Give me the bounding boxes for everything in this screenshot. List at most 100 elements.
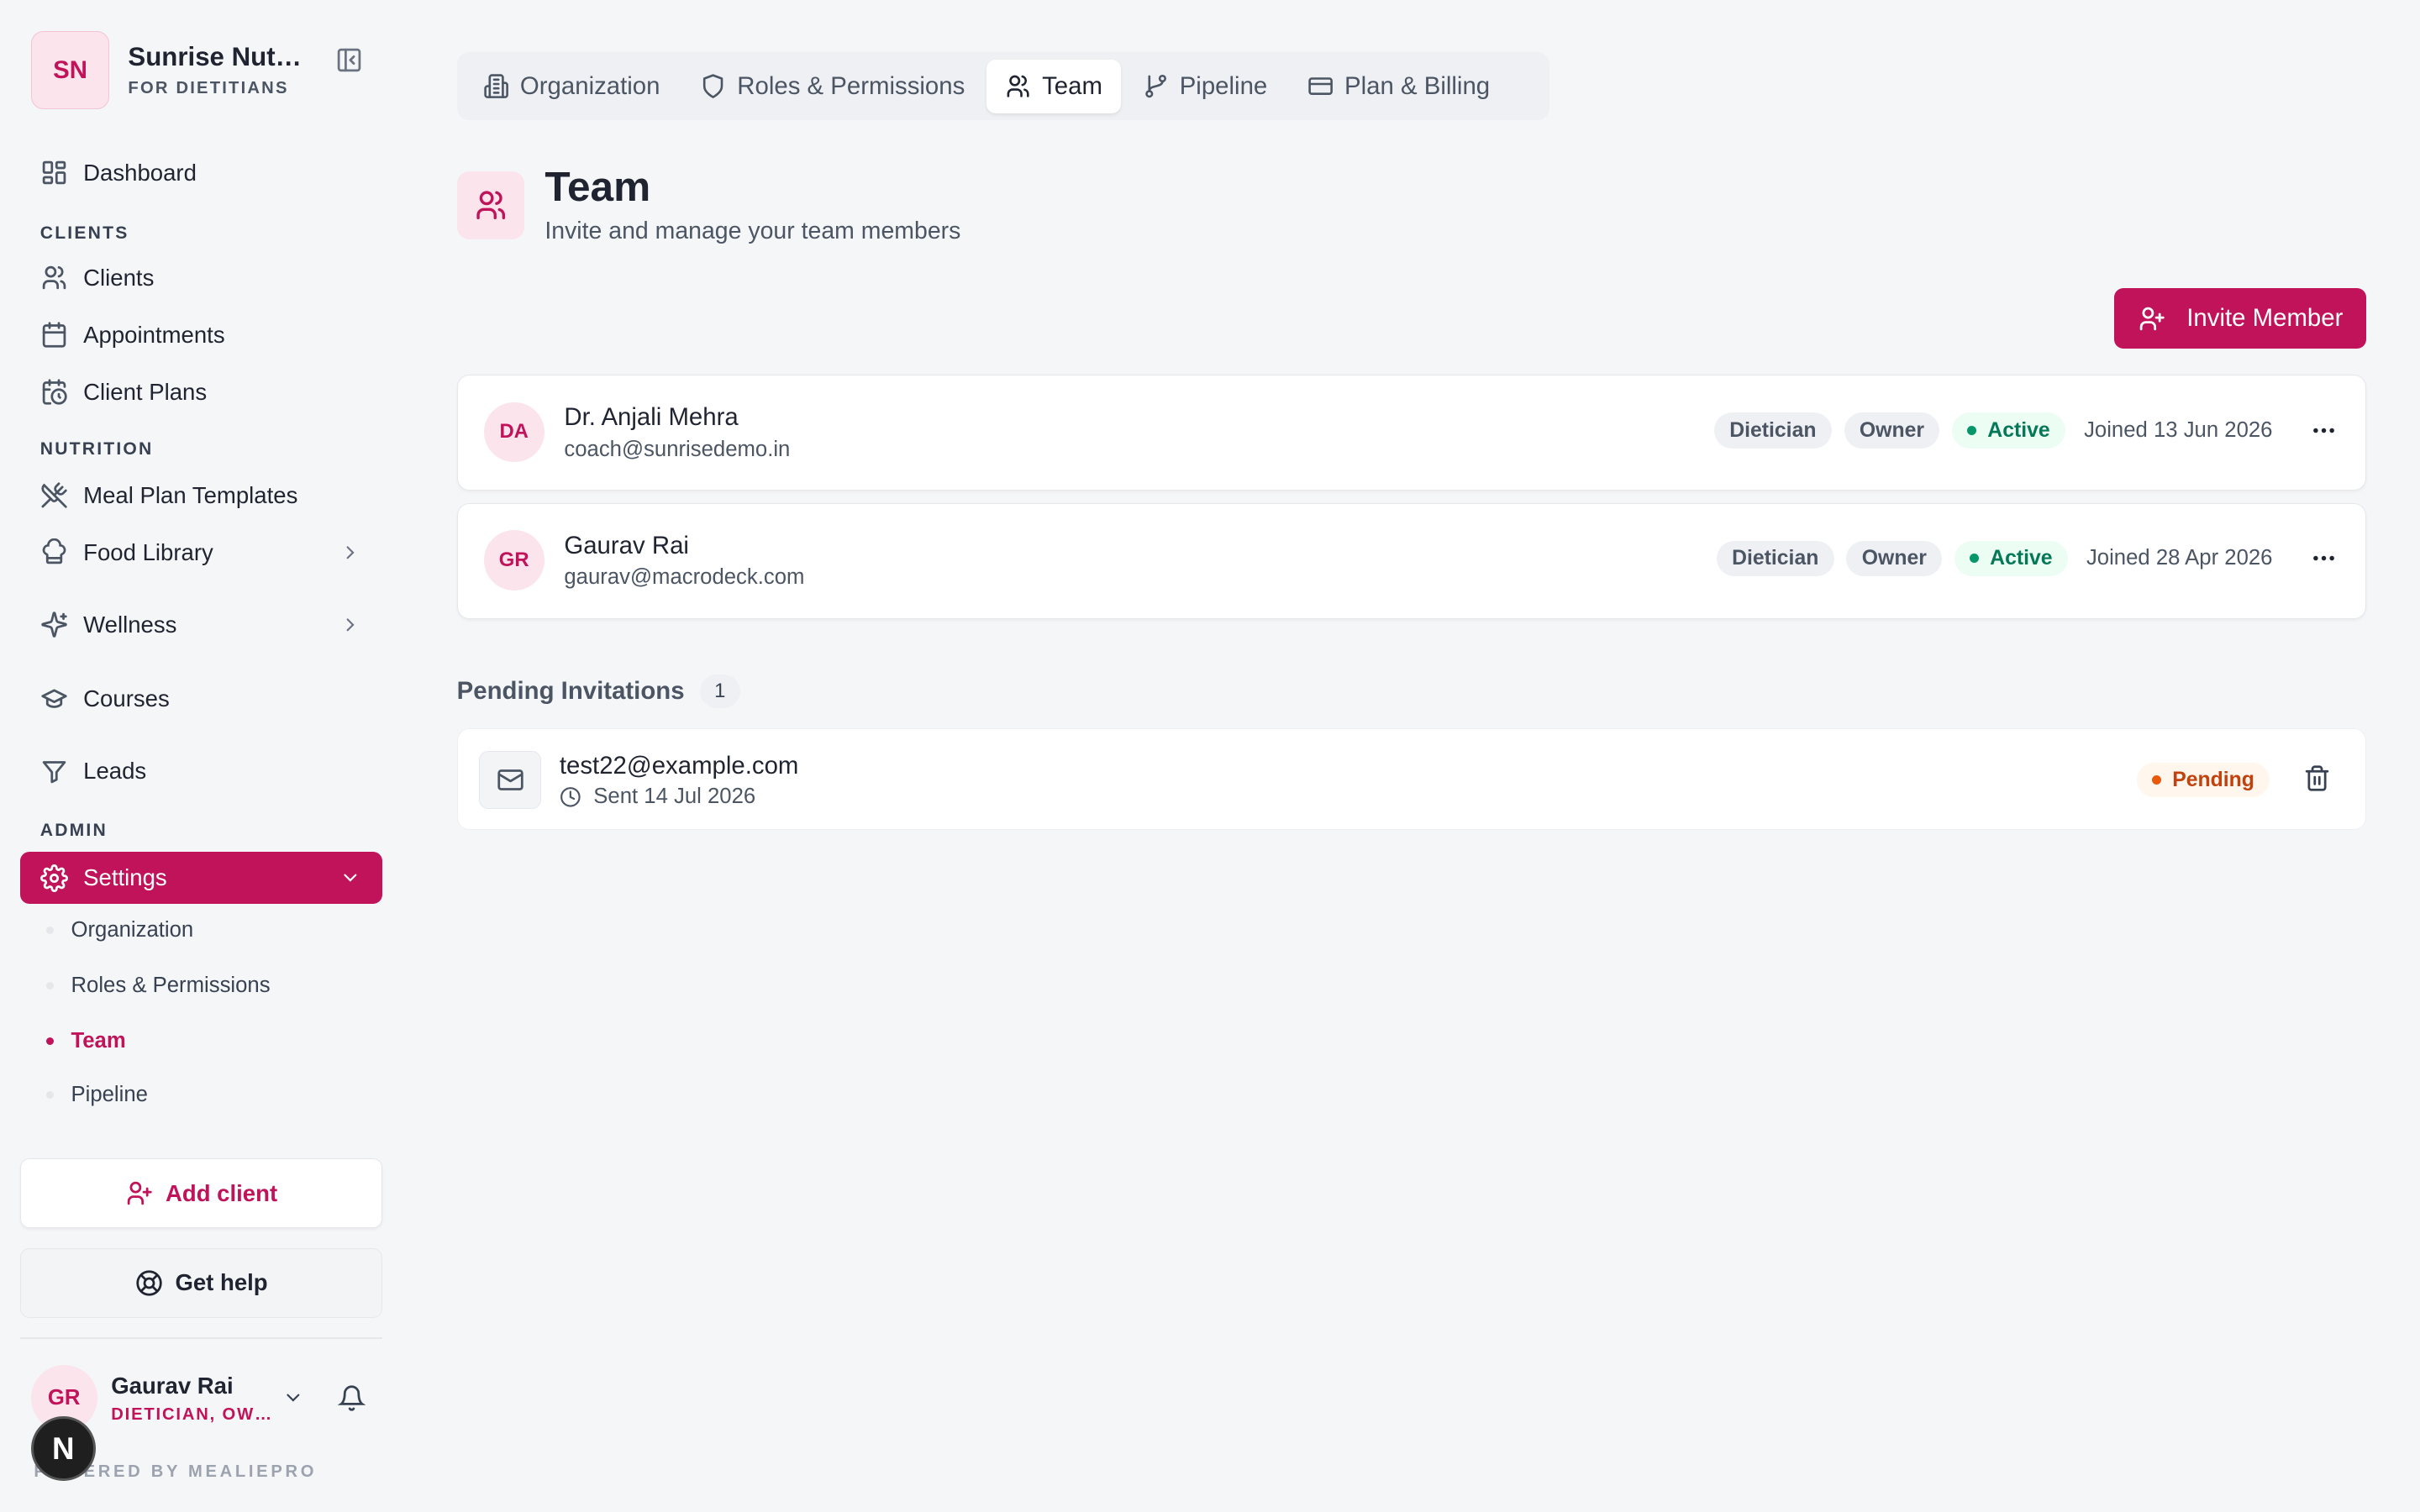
sidebar-item-leads[interactable]: Leads — [20, 745, 383, 797]
sidebar-item-label: Wellness — [83, 611, 177, 638]
sidebar-item-client-plans[interactable]: Client Plans — [20, 365, 383, 417]
settings-tabs: Organization Roles & Permissions Team Pi… — [456, 52, 1550, 121]
settings-sub-roles[interactable]: Roles & Permissions — [46, 974, 271, 998]
life-buoy-icon — [135, 1269, 163, 1297]
section-admin: ADMIN — [39, 821, 108, 841]
sidebar-divider — [19, 1337, 383, 1340]
tab-pipeline[interactable]: Pipeline — [1124, 60, 1286, 113]
status-dot — [2152, 775, 2162, 785]
calendar-clock-icon — [40, 378, 68, 406]
tab-plan-billing[interactable]: Plan & Billing — [1289, 60, 1508, 113]
sidebar-item-label: Dashboard — [83, 159, 197, 186]
invite-member-label: Invite Member — [2186, 304, 2344, 333]
sidebar-item-food-library[interactable]: Food Library — [20, 526, 383, 578]
pending-count-badge: 1 — [699, 674, 740, 709]
page-title: Team — [544, 162, 651, 210]
gear-icon — [39, 864, 68, 892]
avatar: GR — [483, 529, 544, 591]
mail-icon — [479, 750, 541, 810]
users-icon — [1005, 73, 1031, 99]
access-badge: Owner — [1846, 540, 1943, 577]
role-badge: Dietician — [1713, 412, 1832, 449]
member-row: DA Dr. Anjali Mehra coach@sunrisedemo.in… — [456, 375, 2366, 491]
bullet-dot — [46, 981, 55, 990]
bell-icon[interactable] — [337, 1384, 366, 1412]
sidebar-item-label: Client Plans — [83, 378, 208, 405]
user-role: DIETICIAN, OWNER — [111, 1405, 271, 1425]
pending-title: Pending Invitations — [456, 676, 685, 705]
sidebar-item-wellness[interactable]: Wellness — [20, 599, 383, 651]
nextjs-devtools-button[interactable]: N — [30, 1416, 96, 1482]
chevron-down-icon[interactable] — [282, 1387, 304, 1409]
org-subtitle: FOR DIETITIANS — [128, 78, 289, 97]
team-icon — [456, 171, 525, 239]
status-badge: Active — [1954, 540, 2068, 577]
sidebar-item-appointments[interactable]: Appointments — [20, 308, 383, 360]
tab-label: Roles & Permissions — [737, 71, 965, 100]
credit-card-icon — [1307, 73, 1334, 99]
sub-label: Team — [71, 1029, 126, 1053]
sidebar-item-meal-plan-templates[interactable]: Meal Plan Templates — [20, 469, 383, 521]
more-options-icon[interactable] — [2310, 544, 2338, 572]
add-client-label: Add client — [165, 1179, 278, 1206]
status-badge: Active — [1952, 412, 2066, 449]
sidebar-item-label: Settings — [83, 864, 167, 891]
settings-sub-organization[interactable]: Organization — [46, 918, 193, 942]
get-help-label: Get help — [175, 1269, 268, 1296]
member-name: Gaurav Rai — [564, 531, 689, 559]
tab-organization[interactable]: Organization — [465, 60, 679, 113]
invitation-row: test22@example.com Sent 14 Jul 2026 Pend… — [456, 727, 2366, 831]
clock-icon — [560, 786, 581, 808]
status-label: Active — [1987, 418, 2050, 442]
sparkles-icon — [40, 611, 68, 638]
users-icon — [40, 264, 68, 291]
bullet-dot — [46, 926, 55, 934]
org-avatar: SN — [30, 30, 110, 110]
bullet-dot — [46, 1091, 55, 1100]
access-badge: Owner — [1844, 412, 1940, 449]
member-email: gaurav@macrodeck.com — [564, 565, 805, 590]
get-help-button[interactable]: Get help — [19, 1247, 383, 1318]
status-dot — [1967, 426, 1977, 436]
sidebar-item-label: Leads — [83, 758, 147, 785]
sidebar-item-label: Food Library — [83, 538, 213, 565]
sub-label: Pipeline — [71, 1083, 148, 1107]
trash-icon[interactable] — [2303, 764, 2331, 792]
funnel-icon — [40, 758, 68, 785]
status-dot — [1970, 554, 1980, 564]
status-badge: Pending — [2136, 763, 2270, 797]
calendar-icon — [40, 321, 68, 349]
sidebar-item-clients[interactable]: Clients — [20, 251, 383, 303]
tab-roles-permissions[interactable]: Roles & Permissions — [681, 60, 983, 113]
org-brand[interactable]: SN Sunrise Nutrition FOR DIETITIANS — [30, 30, 310, 110]
invite-sent-date: Sent 14 Jul 2026 — [593, 785, 756, 809]
tab-label: Team — [1042, 71, 1102, 100]
git-branch-icon — [1143, 73, 1169, 99]
more-options-icon[interactable] — [2310, 417, 2338, 444]
add-client-button[interactable]: Add client — [19, 1158, 383, 1228]
invite-member-button[interactable]: Invite Member — [2114, 288, 2366, 349]
utensils-crossed-icon — [40, 481, 68, 509]
role-badge: Dietician — [1716, 540, 1834, 577]
settings-sub-pipeline[interactable]: Pipeline — [46, 1083, 148, 1107]
status-label: Active — [1990, 546, 2053, 570]
status-label: Pending — [2172, 768, 2254, 791]
sidebar-item-label: Courses — [83, 685, 170, 712]
tab-label: Plan & Billing — [1344, 71, 1491, 100]
sidebar-item-settings[interactable]: Settings — [19, 851, 383, 905]
settings-sub-team[interactable]: Team — [46, 1029, 126, 1053]
user-name: Gaurav Rai — [111, 1372, 234, 1399]
chevron-right-icon — [339, 614, 361, 636]
invite-email: test22@example.com — [559, 752, 799, 780]
sidebar-collapse-icon[interactable] — [335, 46, 363, 74]
chevron-down-icon — [339, 867, 361, 889]
sidebar-item-dashboard[interactable]: Dashboard — [20, 146, 383, 198]
page-subtitle: Invite and manage your team members — [544, 217, 961, 244]
dashboard-icon — [40, 159, 68, 186]
member-email: coach@sunrisedemo.in — [564, 437, 791, 461]
graduation-cap-icon — [40, 685, 68, 712]
tab-team[interactable]: Team — [986, 59, 1121, 113]
sub-label: Roles & Permissions — [71, 973, 271, 997]
sidebar-item-courses[interactable]: Courses — [20, 673, 383, 725]
sidebar: SN Sunrise Nutrition FOR DIETITIANS Dash… — [0, 0, 404, 1512]
